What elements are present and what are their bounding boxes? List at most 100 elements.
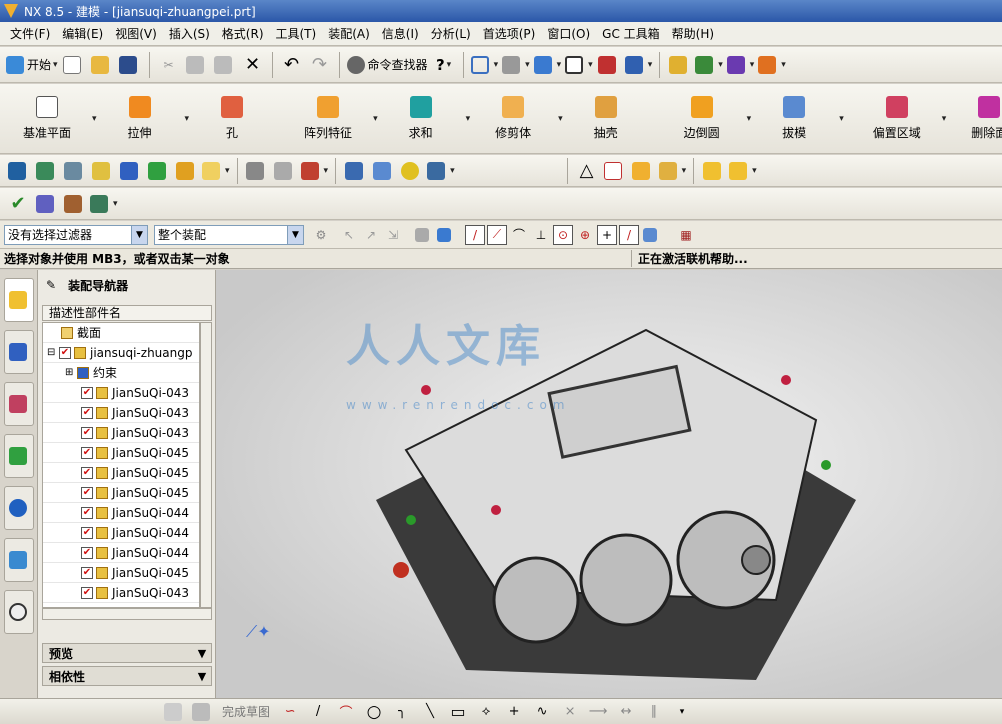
menu-preferences[interactable]: 首选项(P) <box>477 22 542 46</box>
arc-button[interactable]: ⌒ <box>335 701 357 723</box>
component-button[interactable] <box>118 158 142 184</box>
report-button[interactable] <box>62 191 86 217</box>
checkbox[interactable]: ✔ <box>59 346 71 359</box>
finish-sketch-label[interactable]: 完成草图 <box>222 703 270 720</box>
graphics-window[interactable]: 人人文库 www.renrendoc.com ⟋✦ <box>216 270 1002 698</box>
render-style-button[interactable]: ▾ <box>502 52 530 78</box>
background-button[interactable]: ▾ <box>565 52 593 78</box>
undo-button[interactable]: ↶ <box>280 52 304 78</box>
table-button[interactable] <box>603 158 627 184</box>
layer-move-button[interactable] <box>62 158 86 184</box>
circle-button[interactable]: ○ <box>363 701 385 723</box>
add-component-button[interactable] <box>174 158 198 184</box>
menu-gc-toolkit[interactable]: GC 工具箱 <box>596 22 666 46</box>
menu-analysis[interactable]: 分析(L) <box>425 22 477 46</box>
edge-blend-button[interactable]: 边倒圆 <box>667 82 737 156</box>
surface-button[interactable] <box>273 158 297 184</box>
extend-button[interactable]: ⟶ <box>587 701 609 723</box>
tree-row[interactable]: ✔ JianSuQi-045 <box>43 563 199 583</box>
abc-button[interactable]: ▾ <box>202 158 230 184</box>
wcs-button[interactable]: ▾ <box>624 52 652 78</box>
tree-row[interactable]: ✔ JianSuQi-043 <box>43 423 199 443</box>
select-face-button[interactable] <box>434 225 456 245</box>
selection-button[interactable]: ▾ <box>695 52 723 78</box>
select-all-button[interactable]: ↖ <box>338 225 360 245</box>
checkbox[interactable]: ✔ <box>81 446 93 459</box>
tree-row[interactable]: ⊞ 约束 <box>43 363 199 383</box>
profile-button[interactable]: ∽ <box>279 701 301 723</box>
offset-region-button[interactable]: 偏置区域 <box>862 82 932 156</box>
layer-button[interactable] <box>6 158 30 184</box>
menu-window[interactable]: 窗口(O) <box>541 22 596 46</box>
delete-button[interactable]: ✕ <box>241 52 265 78</box>
rectangle-button[interactable]: ▭ <box>447 701 469 723</box>
redo-button[interactable]: ↷ <box>308 52 332 78</box>
menu-tools[interactable]: 工具(T) <box>270 22 323 46</box>
tree-row[interactable]: ✔ JianSuQi-043 <box>43 403 199 423</box>
extrude-button[interactable]: 拉伸 <box>105 82 175 156</box>
menu-help[interactable]: 帮助(H) <box>666 22 720 46</box>
command-finder-button[interactable]: 命令查找器 <box>346 52 428 78</box>
expand-icon[interactable]: ⊞ <box>65 367 77 378</box>
checkbox[interactable]: ✔ <box>81 506 93 519</box>
triangle-button[interactable]: △ <box>575 158 599 184</box>
polygon-button[interactable]: ⟡ <box>475 701 497 723</box>
datum-button[interactable]: ▾ <box>300 158 328 184</box>
orient-view-button[interactable]: ▾ <box>533 52 561 78</box>
tree-row[interactable]: 截面 <box>43 323 199 343</box>
menu-insert[interactable]: 插入(S) <box>163 22 216 46</box>
fit-view-button[interactable]: ▾ <box>470 52 498 78</box>
part-navigator-tab[interactable] <box>4 382 34 426</box>
help-on-context-button[interactable]: ? ▾ <box>432 52 456 78</box>
snap-grid-button[interactable]: ▦ <box>676 225 696 245</box>
check-geometry-button[interactable] <box>34 191 58 217</box>
copy-button[interactable] <box>185 52 209 78</box>
history-tab[interactable] <box>4 538 34 582</box>
cylinder-button[interactable] <box>343 158 367 184</box>
spring-button[interactable] <box>371 158 395 184</box>
draft-dropdown[interactable]: ▾ <box>839 114 844 124</box>
assembly-part-button[interactable] <box>701 158 725 184</box>
delete-face-button[interactable]: 删除面 <box>954 82 1002 156</box>
save-button[interactable] <box>118 52 142 78</box>
checkbox[interactable]: ✔ <box>81 466 93 479</box>
datum-plane-button[interactable]: 基准平面 <box>12 82 82 156</box>
snap-quadrant-button[interactable]: ⊕ <box>575 225 595 245</box>
menu-file[interactable]: 文件(F) <box>4 22 56 46</box>
trim-body-button[interactable]: 修剪体 <box>478 82 548 156</box>
tools-button[interactable]: ▾ <box>427 158 455 184</box>
pattern-feature-button[interactable]: 阵列特征 <box>293 82 363 156</box>
bearing-button[interactable] <box>399 158 423 184</box>
clearance-button[interactable]: ▾ <box>90 191 118 217</box>
checkbox[interactable]: ✔ <box>81 406 93 419</box>
edge-blend-dropdown[interactable]: ▾ <box>747 114 752 124</box>
more-button[interactable]: ▾ <box>671 701 693 723</box>
tree-row[interactable]: ⊟ ✔ jiansuqi-zhuangp <box>43 343 199 363</box>
snap-center-button[interactable]: ⊙ <box>553 224 573 245</box>
trim-body-dropdown[interactable]: ▾ <box>558 114 563 124</box>
general-selection-button[interactable]: ⚙ <box>310 225 332 245</box>
tree-horizontal-scrollbar[interactable] <box>42 608 212 620</box>
checkbox[interactable]: ✔ <box>81 566 93 579</box>
tree-row[interactable]: ✔ JianSuQi-043 <box>43 583 199 603</box>
offset-region-dropdown[interactable]: ▾ <box>942 114 947 124</box>
move-component-button[interactable] <box>146 158 170 184</box>
tree-row[interactable]: ✔ JianSuQi-045 <box>43 443 199 463</box>
tree-row[interactable]: ✔ JianSuQi-045 <box>43 463 199 483</box>
assembly-sub-button[interactable]: ▾ <box>729 158 757 184</box>
tree-row[interactable]: ✔ JianSuQi-043 <box>43 383 199 403</box>
assembly-navigator-tab[interactable] <box>4 278 34 322</box>
constraint-button[interactable]: ∥ <box>643 701 665 723</box>
deselect-button[interactable]: ↗ <box>360 225 382 245</box>
preview-panel[interactable]: 预览 ▼ <box>42 643 212 663</box>
selection-filter-select[interactable]: 没有选择过滤器 ▼ <box>4 224 148 245</box>
select-body-button[interactable] <box>412 225 434 245</box>
menu-edit[interactable]: 编辑(E) <box>56 22 109 46</box>
hole-button[interactable]: 孔 <box>197 82 267 156</box>
tree-vertical-scrollbar[interactable] <box>200 322 212 608</box>
group-button[interactable]: ▾ <box>658 158 686 184</box>
snap-face-button[interactable] <box>641 225 661 245</box>
dimension-button[interactable]: ↔ <box>615 701 637 723</box>
start-button[interactable]: 开始 ▾ <box>6 52 58 78</box>
snap-midpoint-button[interactable]: ⟋ <box>487 224 507 245</box>
